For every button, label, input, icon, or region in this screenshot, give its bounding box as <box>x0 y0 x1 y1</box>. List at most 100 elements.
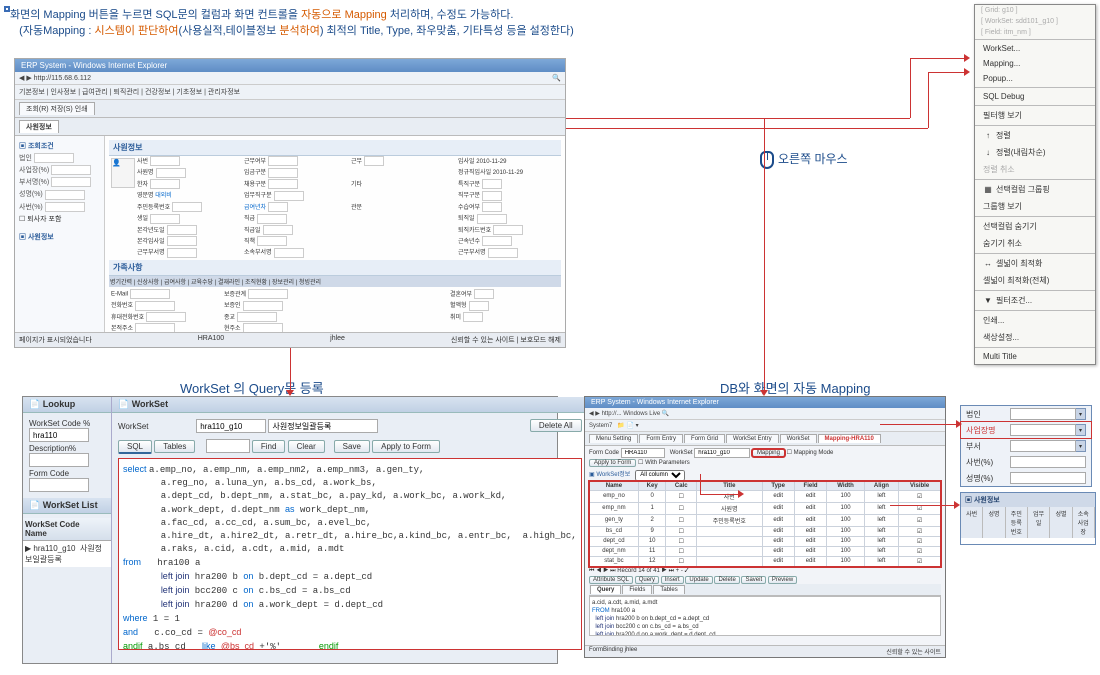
erp-titlebar: ERP System - Windows Internet Explorer <box>15 59 565 72</box>
dropdown-icon[interactable]: ▾ <box>1076 408 1086 420</box>
erp-form: ▣ 조회조건 법인 사업장(%) 부서명(%) 성명(%) 사번(%) ☐ 퇴사… <box>15 136 565 346</box>
db-mapping-caption: DB와 화면의 자동 Mapping <box>720 378 871 397</box>
ctx-print[interactable]: 인쇄... <box>975 312 1095 329</box>
ctx-filter-cond[interactable]: ▼필터조건... <box>975 292 1095 309</box>
ctx-color[interactable]: 색상설정... <box>975 329 1095 346</box>
menu-item[interactable]: 기초정보 <box>176 89 202 96</box>
find-input[interactable] <box>206 439 250 453</box>
apply-form-button[interactable]: Apply to Form <box>589 459 636 467</box>
ctx-info: [ Field: itm_nm ] <box>975 27 1095 38</box>
ctx-sort-asc[interactable]: ↑정렬 <box>975 127 1095 144</box>
photo-placeholder: 👤 <box>111 158 135 188</box>
db-titlebar: ERP System - Windows Internet Explorer <box>585 397 945 408</box>
tab-userinfo[interactable]: 사원정보 <box>19 120 59 133</box>
ctx-multi-title[interactable]: Multi Title <box>975 349 1095 364</box>
arrow <box>928 72 929 128</box>
menu-item[interactable]: 인사정보 <box>50 89 76 96</box>
tab-tables[interactable]: Tables <box>154 440 195 453</box>
arrow-head-icon <box>964 68 970 76</box>
arrow-head-icon <box>760 390 768 396</box>
mini-result-table: ▣ 사원정보 사번성명주민등록번호업무일성별소속사업장 <box>960 492 1096 545</box>
db-ws-input[interactable] <box>694 448 750 458</box>
clear-button[interactable]: Clear <box>288 440 325 453</box>
arrow <box>764 118 765 392</box>
sql-editor[interactable]: select select a.emp_no, a.emp_nm, a.emp_… <box>118 458 582 650</box>
ctx-filterrow[interactable]: 필터행 보기 <box>975 107 1095 124</box>
mouse-icon <box>760 151 774 169</box>
workset-panel: 📄 Lookup WorkSet Code % Description% For… <box>22 396 558 664</box>
erp-section2-title: 가족사항 <box>109 260 561 276</box>
arrow <box>910 58 911 118</box>
field-input[interactable] <box>1010 408 1076 420</box>
field-input[interactable] <box>1010 424 1076 436</box>
find-button[interactable]: Find <box>252 440 286 453</box>
ctx-sort-desc[interactable]: ↓정렬(내림차순) <box>975 144 1095 161</box>
menu-item[interactable]: 기본정보 <box>19 89 45 96</box>
ctx-group-col[interactable]: ▦선택컬럼 그룹핑 <box>975 181 1095 198</box>
workset-val-input[interactable] <box>196 419 266 433</box>
arrow <box>700 474 701 494</box>
ctx-sqldebug[interactable]: SQL Debug <box>975 89 1095 104</box>
workset-name-input[interactable] <box>268 419 378 433</box>
arrow-head-icon <box>738 490 744 498</box>
field-input[interactable] <box>1010 440 1076 452</box>
db-combo[interactable]: All column <box>635 470 685 481</box>
desc-input[interactable] <box>29 453 89 467</box>
erp-detail-pane: 사원정보 👤 사번 근무여부 근무 입사일 2010-11-29 사원명 임금구… <box>105 136 565 346</box>
db-statusbar: FormBinding jhlee신뢰할 수 있는 사이트 <box>585 645 945 657</box>
field-input[interactable] <box>1010 472 1086 484</box>
arrow <box>566 128 928 129</box>
menu-item[interactable]: 관리자정보 <box>208 89 240 96</box>
attr-sql-btn[interactable]: Attribute SQL <box>589 576 633 584</box>
erp-menubar[interactable]: 기본정보 | 인사정보 | 급여관리 | 퇴직관리 | 건강정보 | 기초정보 … <box>15 85 565 100</box>
dropdown-icon[interactable]: ▾ <box>1076 440 1086 452</box>
apply-button[interactable]: Apply to Form <box>372 440 440 453</box>
arrow <box>290 348 291 392</box>
ctx-workset[interactable]: WorkSet... <box>975 41 1095 56</box>
erp-tabs: 조회(R) 저장(S) 인쇄 <box>15 100 565 118</box>
menu-item[interactable]: 급여관리 <box>82 89 108 96</box>
menu-item[interactable]: 건강정보 <box>145 89 171 96</box>
ctx-info: [ WorkSet: sdd101_g10 ] <box>975 16 1095 27</box>
field-list-panel: 법인▾ 사업장명▾ 부서▾ 사번(%) 성명(%) <box>960 405 1092 487</box>
ctx-mapping[interactable]: Mapping... <box>975 56 1095 71</box>
arrow <box>880 424 958 425</box>
delete-all-button[interactable]: Delete All <box>530 419 582 432</box>
arrow-head-icon <box>964 54 970 62</box>
workset-code-input[interactable] <box>29 428 89 442</box>
tab-search[interactable]: 조회(R) 저장(S) 인쇄 <box>19 102 95 115</box>
ctx-sort-cancel[interactable]: 정렬 취소 <box>975 161 1095 178</box>
db-mapping-grid[interactable]: NameKeyCalcTitleTypeFieldWidthAlignVisib… <box>589 481 941 567</box>
ctx-popup[interactable]: Popup... <box>975 71 1095 86</box>
erp-statusbar: 페이지가 표시되었습니다 HRA100 jhlee 신뢰할 수 있는 사이트 |… <box>15 332 565 347</box>
field-input[interactable] <box>1010 456 1086 468</box>
mapping-button[interactable]: Mapping <box>752 449 785 457</box>
lookup-header: 📄 Lookup <box>23 397 111 413</box>
ctx-hide-cancel[interactable]: 숨기기 취소 <box>975 235 1095 252</box>
ctx-info: [ Grid: g10 ] <box>975 5 1095 16</box>
workset-list-row[interactable]: ▶ hra110_g10 사원정보일괄등록 <box>23 541 111 567</box>
mouse-label: 오른쪽 마우스 <box>760 150 848 169</box>
arrow <box>890 505 956 506</box>
context-menu[interactable]: [ Grid: g10 ] [ WorkSet: sdd101_g10 ] [ … <box>974 4 1096 365</box>
db-pager[interactable]: ⏮ ◀ ▶ ⏭ Record 14 of 41 ▶ ⏭ + - ✓ <box>589 567 941 576</box>
erp-section-title: 사원정보 <box>109 140 561 156</box>
db-formcode[interactable] <box>621 448 665 458</box>
workset-header: 📄 WorkSet <box>112 397 588 413</box>
menu-item[interactable]: 퇴직관리 <box>113 89 139 96</box>
ctx-group-row[interactable]: 그룹행 보기 <box>975 198 1095 215</box>
arrow-head-icon <box>954 501 960 509</box>
erp-url-bar: ◀ ▶ http://115.68.6.112 🔍 <box>15 72 565 85</box>
ctx-width-opt[interactable]: ↔셀넓이 최적화 <box>975 255 1095 272</box>
description-text: 화면의 Mapping 버튼을 누르면 SQL문의 컬럼과 화면 컨트롤을 자동… <box>10 6 574 38</box>
dropdown-icon[interactable]: ▾ <box>1076 424 1086 436</box>
ctx-width-opt-all[interactable]: 셀넓이 최적화(전체) <box>975 272 1095 289</box>
db-sql-preview: a.cid, a.cdt, a.mid, a.mdt FROM hra100 a… <box>589 596 941 636</box>
form-code-input[interactable] <box>29 478 89 492</box>
tab-sql[interactable]: SQL <box>118 440 152 454</box>
ctx-hide-col[interactable]: 선택컬럼 숨기기 <box>975 218 1095 235</box>
erp-window: ERP System - Windows Internet Explorer ◀… <box>14 58 566 348</box>
workset-caption: WorkSet 의 Query문 등록 <box>180 378 324 397</box>
save-button[interactable]: Save <box>334 440 370 453</box>
db-mapping-window: ERP System - Windows Internet Explorer ◀… <box>584 396 946 658</box>
